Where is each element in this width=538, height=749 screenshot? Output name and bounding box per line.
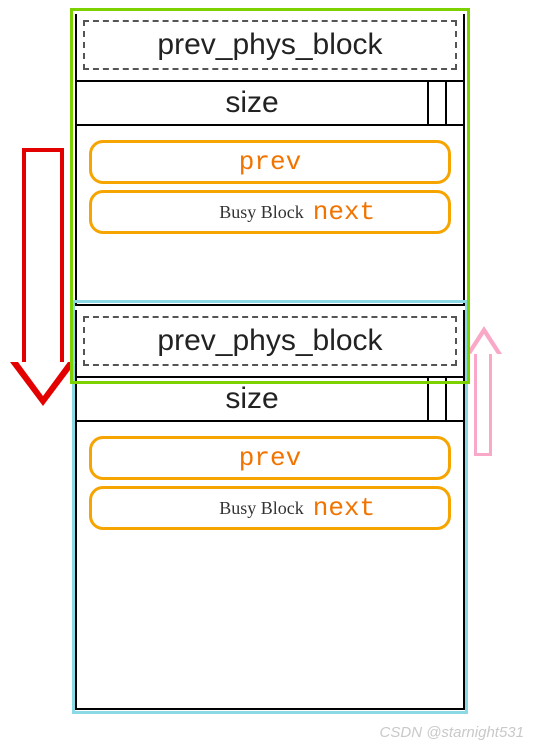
red-down-arrow-icon bbox=[22, 148, 64, 366]
next-label: next bbox=[313, 197, 375, 227]
size-label: size bbox=[225, 382, 278, 415]
memory-block-1: prev_phys_block size prev Busy Block nex… bbox=[75, 14, 465, 306]
busy-block-label: Busy Block bbox=[219, 202, 304, 223]
pink-up-arrow-inner-icon bbox=[471, 334, 497, 354]
pink-up-arrow-icon bbox=[474, 350, 492, 456]
flag-bit-a-2 bbox=[427, 378, 445, 420]
prev-phys-block-label: prev_phys_block bbox=[157, 28, 382, 61]
prev-label: prev bbox=[239, 147, 301, 177]
prev-phys-block-field-1: prev_phys_block bbox=[83, 20, 457, 70]
prev-pointer-2: prev bbox=[89, 436, 451, 480]
flag-bit-b-2 bbox=[445, 378, 463, 420]
size-row-1: size bbox=[77, 80, 463, 126]
size-label: size bbox=[225, 86, 278, 119]
next-label: next bbox=[313, 493, 375, 523]
prev-label: prev bbox=[239, 443, 301, 473]
prev-phys-block-field-2: prev_phys_block bbox=[83, 316, 457, 366]
size-field-1: size bbox=[77, 82, 427, 124]
watermark-text: CSDN @starnight531 bbox=[380, 724, 524, 741]
busy-block-label: Busy Block bbox=[219, 498, 304, 519]
next-pointer-2: Busy Block next bbox=[89, 486, 451, 530]
payload-area-2: prev Busy Block next bbox=[77, 422, 463, 546]
prev-phys-block-label: prev_phys_block bbox=[157, 324, 382, 357]
red-down-arrow-inner-icon bbox=[18, 362, 68, 396]
flag-bit-b-1 bbox=[445, 82, 463, 124]
payload-area-1: prev Busy Block next bbox=[77, 126, 463, 250]
diagram-canvas: { "block1": { "prev_phys_block": "prev_p… bbox=[0, 0, 538, 749]
size-row-2: size bbox=[77, 376, 463, 422]
prev-pointer-1: prev bbox=[89, 140, 451, 184]
flag-bit-a-1 bbox=[427, 82, 445, 124]
size-field-2: size bbox=[77, 378, 427, 420]
next-pointer-1: Busy Block next bbox=[89, 190, 451, 234]
memory-block-2: prev_phys_block size prev Busy Block nex… bbox=[75, 310, 465, 710]
